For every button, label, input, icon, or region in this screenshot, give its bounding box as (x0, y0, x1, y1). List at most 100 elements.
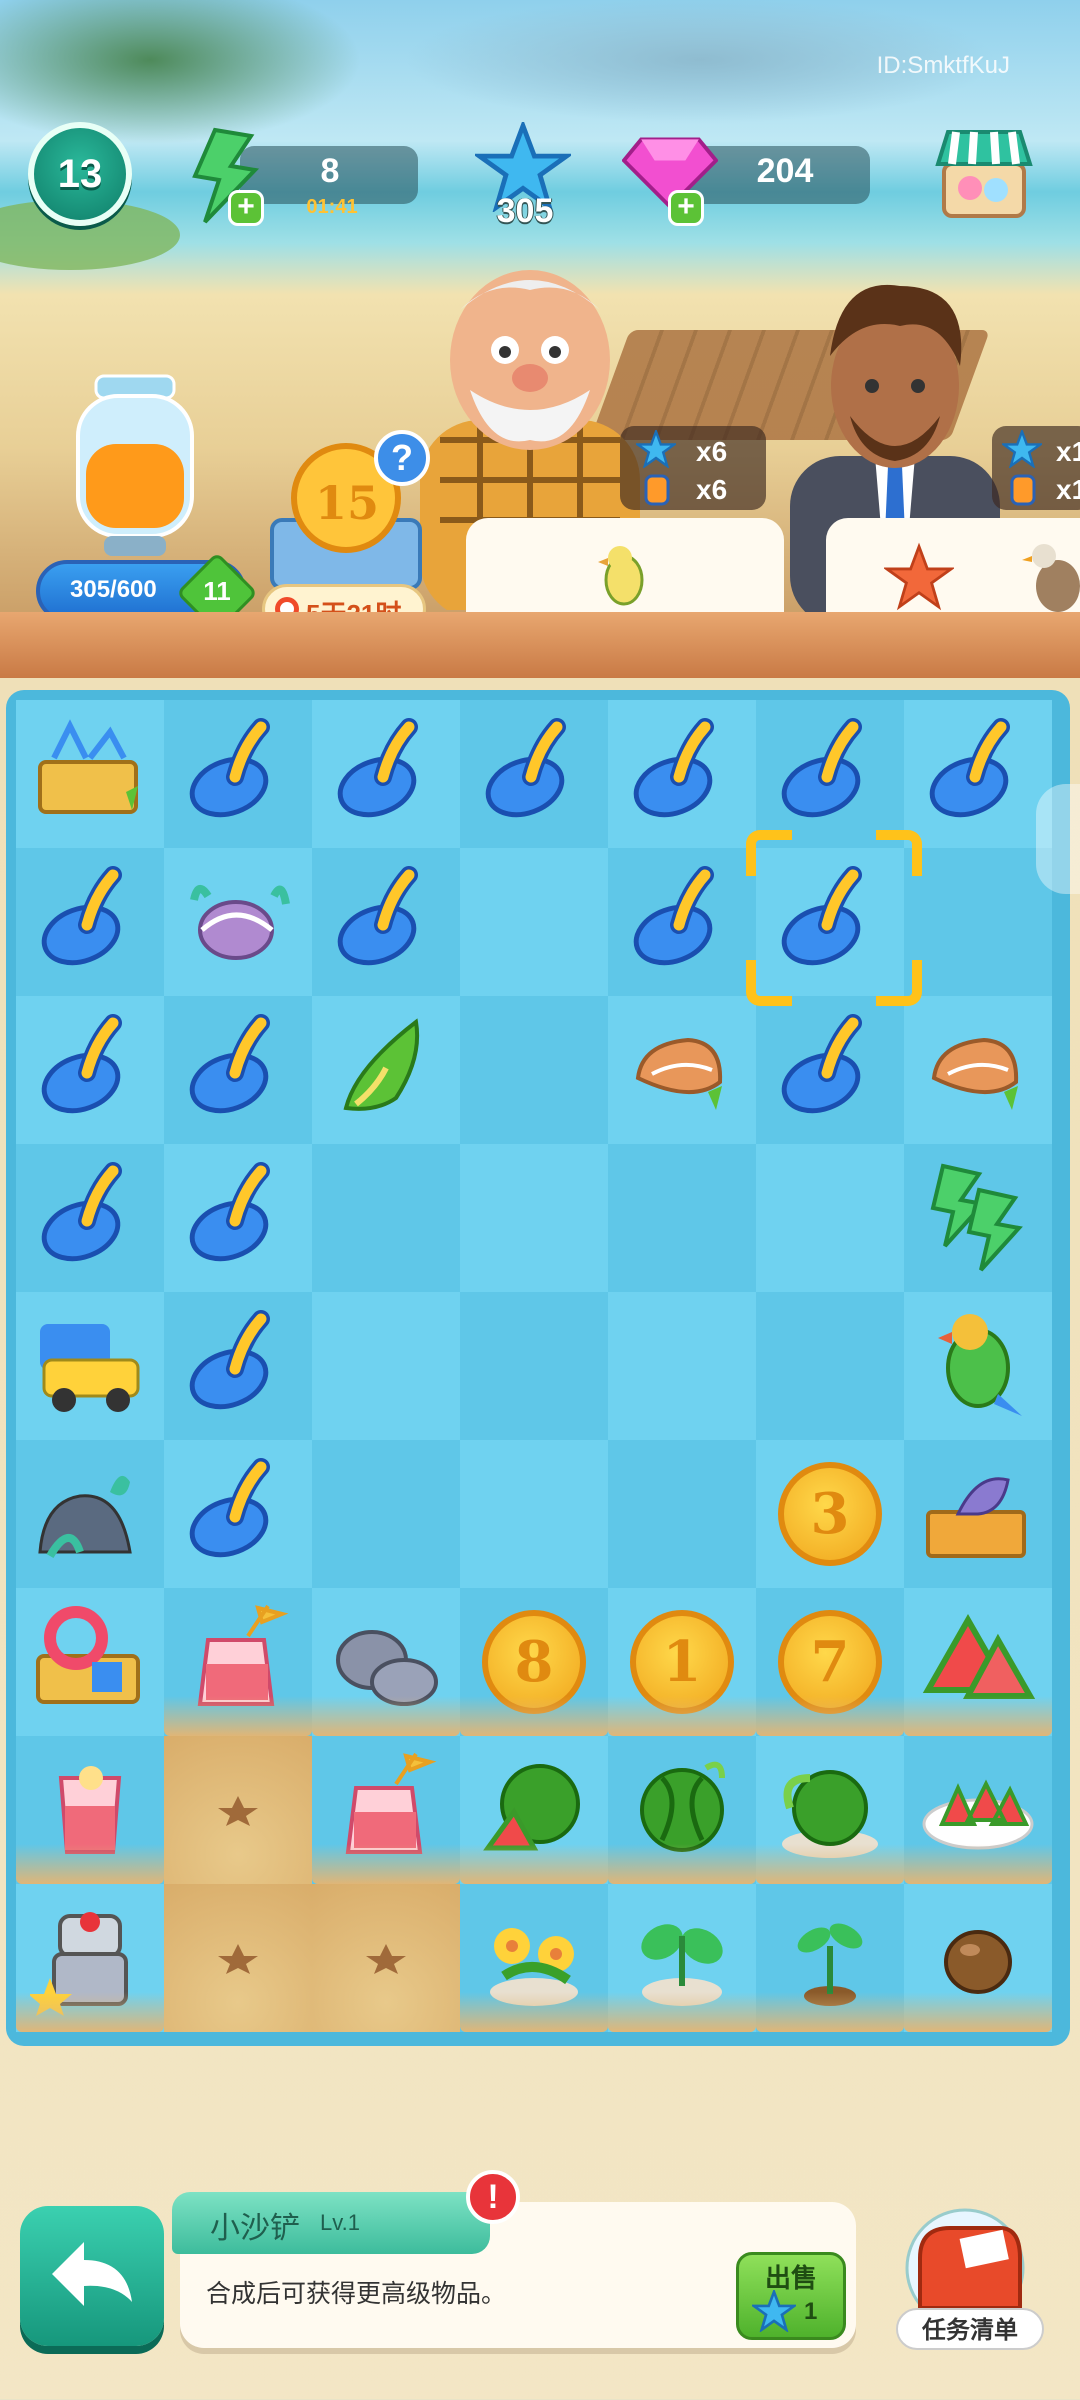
board-cell-shovel[interactable] (756, 996, 904, 1144)
board-cell-empty[interactable] (460, 1440, 608, 1588)
board-cell-empty[interactable] (312, 1144, 460, 1292)
board-cell-empty[interactable] (756, 1292, 904, 1440)
board-cell-shovel[interactable] (16, 848, 164, 996)
board-cell-empty[interactable] (608, 1440, 756, 1588)
board-cell-empty[interactable] (460, 1292, 608, 1440)
board-cell-energy[interactable] (904, 1144, 1052, 1292)
sand-base (756, 1992, 904, 2032)
board-cell-toy-truck[interactable] (16, 1292, 164, 1440)
board-cell-seed[interactable] (904, 1884, 1052, 2032)
energy-plus-button[interactable]: + (228, 190, 264, 226)
sell-value: 1 (804, 2298, 818, 2325)
request-star-icon (636, 430, 676, 468)
board-cell-shovel[interactable] (164, 1144, 312, 1292)
board-cell-juice-cup[interactable] (16, 1736, 164, 1884)
coin-value: 1 (662, 1629, 702, 1695)
board-cell-shovel[interactable] (460, 700, 608, 848)
item-level: Lv.1 (320, 2210, 360, 2235)
board-cell-shovel[interactable] (904, 700, 1052, 848)
board-cell-watermelon-pot[interactable] (756, 1736, 904, 1884)
sand-base (756, 1696, 904, 1736)
board-cell-shovel[interactable] (16, 1144, 164, 1292)
board-cell-sand[interactable] (164, 1884, 312, 2032)
board-cell-coin-8[interactable]: 8 (460, 1588, 608, 1736)
back-button[interactable] (20, 2206, 164, 2346)
board-cell-conch-shell[interactable] (608, 996, 756, 1144)
sand-icon (208, 1936, 268, 1981)
shovel-icon (35, 1161, 145, 1276)
board-cell-coral-shell[interactable] (164, 848, 312, 996)
board-cell-juicer[interactable] (16, 1884, 164, 2032)
board-cell-shovel[interactable] (608, 700, 756, 848)
board-cell-flower-pot[interactable] (460, 1884, 608, 2032)
board-cell-rock-plant[interactable] (16, 1440, 164, 1588)
board-cell-sand[interactable] (312, 1884, 460, 2032)
shovel-icon (183, 1013, 293, 1128)
board-cell-empty[interactable] (460, 996, 608, 1144)
board-cell-shovel[interactable] (312, 848, 460, 996)
board-cell-coin-3[interactable]: 3 (756, 1440, 904, 1588)
board-cell-plant-pot[interactable] (608, 1884, 756, 2032)
board-cell-parrot[interactable] (904, 1292, 1052, 1440)
request-juice-icon (644, 474, 670, 506)
board-cell-shovel[interactable] (164, 1440, 312, 1588)
board-cell-shovel[interactable] (608, 848, 756, 996)
board-cell-shovel[interactable] (164, 700, 312, 848)
gem-plus-button[interactable]: + (668, 190, 704, 226)
side-panel-handle[interactable] (1036, 784, 1080, 894)
board-cell-empty[interactable] (460, 1144, 608, 1292)
board-cell-empty[interactable] (312, 1440, 460, 1588)
sand-base (904, 1844, 1052, 1884)
board-cell-watermelon[interactable] (460, 1736, 608, 1884)
board-cell-sprout[interactable] (756, 1884, 904, 2032)
board-cell-watermelon-slices[interactable] (904, 1588, 1052, 1736)
green-shell-icon (326, 1008, 446, 1133)
shovel-icon (479, 717, 589, 832)
board-cell-float-cart[interactable] (16, 1588, 164, 1736)
starfish-icon (884, 542, 954, 611)
board-cell-empty[interactable] (312, 1292, 460, 1440)
float-cart-icon (30, 1600, 150, 1725)
shovel-icon (627, 865, 737, 980)
seagull-icon (1022, 544, 1080, 612)
board-cell-juice-jug[interactable] (164, 1588, 312, 1736)
sand-base (312, 1696, 460, 1736)
shovel-icon (775, 1013, 885, 1128)
board-cell-coin-7[interactable]: 7 (756, 1588, 904, 1736)
sand-base (312, 1844, 460, 1884)
board-cell-empty[interactable] (608, 1292, 756, 1440)
sand-base (460, 1844, 608, 1884)
board-cell-watermelon-whole[interactable] (608, 1736, 756, 1884)
juice-jar-icon[interactable] (70, 370, 200, 560)
board-cell-shovel[interactable] (164, 1292, 312, 1440)
shop-icon[interactable] (934, 124, 1034, 224)
board-cell-coin-1[interactable]: 1 (608, 1588, 756, 1736)
task-list-button[interactable]: 任务清单 (896, 2308, 1044, 2350)
star-count: 305 (496, 192, 554, 230)
board-cell-empty[interactable] (904, 848, 1052, 996)
coin-value: 8 (514, 1629, 554, 1695)
player-level-badge[interactable]: 13 (28, 122, 132, 226)
request-star-icon-2 (1002, 430, 1042, 468)
board-cell-green-shell[interactable] (312, 996, 460, 1144)
board-cell-shovel[interactable] (756, 700, 904, 848)
board-cell-conch-shell[interactable] (904, 996, 1052, 1144)
board-cell-rocks[interactable] (312, 1588, 460, 1736)
sandal-box-icon (918, 1452, 1038, 1577)
sand-base (16, 1992, 164, 2032)
board-cell-shovel[interactable] (164, 996, 312, 1144)
item-alert-icon[interactable]: ! (466, 2170, 520, 2224)
board-cell-shovel[interactable] (312, 700, 460, 848)
board-cell-sand[interactable] (164, 1736, 312, 1884)
board-cell-beach-cart[interactable] (16, 700, 164, 848)
board-cell-watermelon-plate[interactable] (904, 1736, 1052, 1884)
board-cell-empty[interactable] (756, 1144, 904, 1292)
board-cell-sandal-box[interactable] (904, 1440, 1052, 1588)
board-cell-juice-jug[interactable] (312, 1736, 460, 1884)
board-cell-empty[interactable] (608, 1144, 756, 1292)
shovel-icon (183, 1309, 293, 1424)
businessman-request-juice-count: x1 (1056, 474, 1080, 505)
board-cell-shovel[interactable] (16, 996, 164, 1144)
help-button[interactable]: ? (374, 430, 430, 486)
board-cell-empty[interactable] (460, 848, 608, 996)
